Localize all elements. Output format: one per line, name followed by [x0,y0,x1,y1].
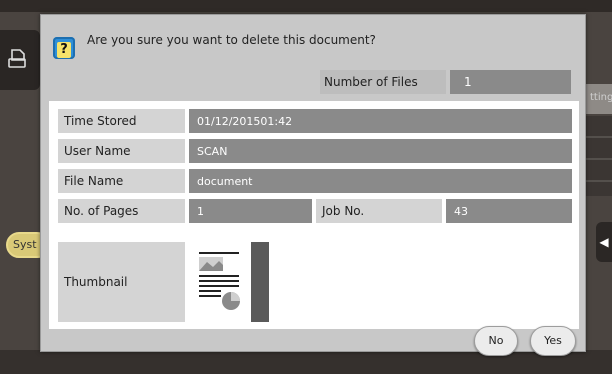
dialog-question: Are you sure you want to delete this doc… [87,33,376,47]
no-button[interactable]: No [474,326,518,356]
file-name-value: document [189,169,572,193]
time-stored-label: Time Stored [58,109,185,133]
number-of-files-value: 1 [450,70,571,94]
no-of-pages-value: 1 [189,199,312,223]
question-icon: ? [53,37,75,59]
background-right-label: tting [590,92,612,103]
delete-confirmation-dialog: ? Are you sure you want to delete this d… [40,14,586,352]
background-bottom-bar [0,350,612,374]
thumbnail-label: Thumbnail [58,242,185,322]
job-no-label: Job No. [316,199,442,223]
user-name-label: User Name [58,139,185,163]
document-details-panel: Time Stored 01/12/201501:42 User Name SC… [49,101,579,329]
background-right-list [583,116,612,196]
expand-arrow-icon: ◀ [596,222,612,262]
time-stored-value: 01/12/201501:42 [189,109,572,133]
background-top-bar [0,0,612,12]
no-of-pages-label: No. of Pages [58,199,185,223]
yes-button[interactable]: Yes [530,326,576,356]
document-thumbnail-icon [189,242,251,322]
thumbnail-scrollbar[interactable] [251,242,269,322]
file-name-label: File Name [58,169,185,193]
number-of-files-label: Number of Files [320,70,446,94]
printer-icon [8,48,26,70]
user-name-value: SCAN [189,139,572,163]
thumbnail-preview[interactable] [189,242,269,322]
job-no-value: 43 [446,199,572,223]
